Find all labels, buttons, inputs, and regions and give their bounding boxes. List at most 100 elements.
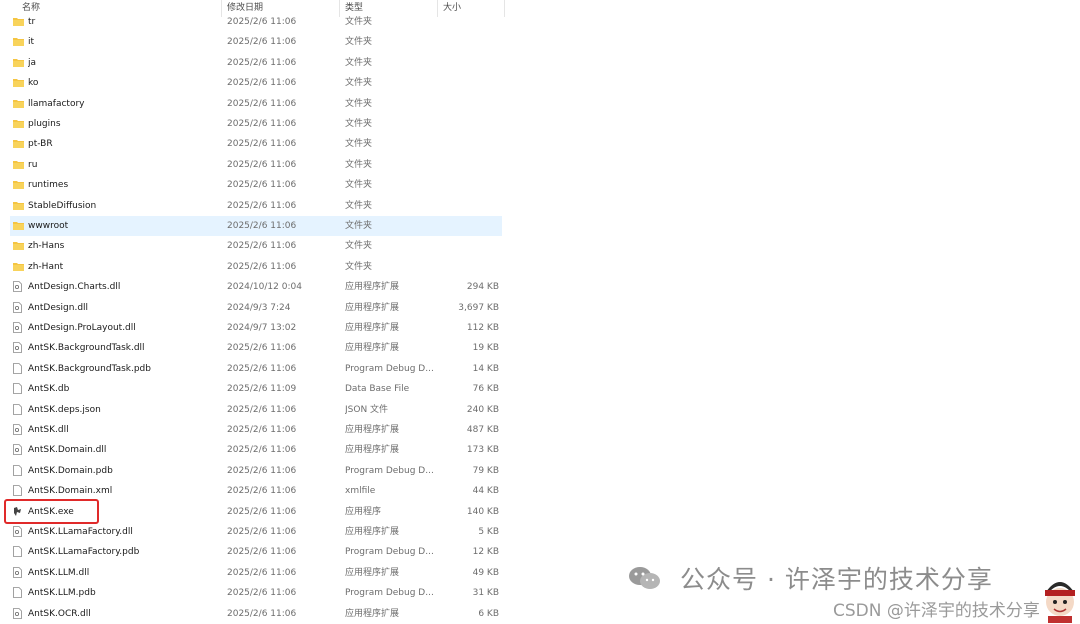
file-date: 2025/2/6 11:06 xyxy=(227,17,297,27)
file-type: 应用程序扩展 xyxy=(345,527,400,537)
file-size: 240 KB xyxy=(466,404,499,415)
file-row[interactable]: AntSK.LLM.pdb 2025/2/6 11:06 Program Debug… xyxy=(10,583,502,603)
file-row[interactable]: AntSK.BackgroundTask.pdb 2025/2/6 11:06 Pr… xyxy=(10,359,502,379)
highlight-annotation-box xyxy=(4,499,99,524)
file-icon xyxy=(13,400,25,420)
file-name: AntDesign.dll xyxy=(28,302,89,313)
file-type: Program Debug D... xyxy=(345,465,434,476)
file-date: 2025/2/6 11:06 xyxy=(227,139,297,150)
folder-icon xyxy=(13,114,25,134)
file-row[interactable]: AntSK.BackgroundTask.dll 2025/2/6 11:06 应用… xyxy=(10,338,502,358)
file-type: 应用程序扩展 xyxy=(345,282,400,293)
file-type: 应用程序扩展 xyxy=(345,425,400,435)
folder-icon xyxy=(13,257,25,277)
file-date: 2025/2/6 11:06 xyxy=(227,445,297,456)
file-row[interactable]: AntSK.Domain.pdb 2025/2/6 11:06 Program De… xyxy=(10,461,502,481)
file-name: tr xyxy=(28,17,36,27)
file-name: AntSK.Domain.pdb xyxy=(28,465,113,476)
file-size xyxy=(440,257,499,277)
file-size: 112 KB xyxy=(466,323,499,333)
file-row[interactable]: tr 2025/2/6 11:06 文件夹 xyxy=(10,12,502,32)
file-size: 19 KB xyxy=(472,343,499,354)
file-name: plugins xyxy=(28,119,61,129)
file-type: JSON 文件 xyxy=(345,404,389,415)
file-name: AntSK.LLM.dll xyxy=(28,567,90,578)
file-size: 140 KB xyxy=(466,506,499,517)
file-row[interactable]: AntSK.deps.json 2025/2/6 11:06 JSON 文件 240 … xyxy=(10,400,502,420)
file-row[interactable]: ja 2025/2/6 11:06 文件夹 xyxy=(10,53,502,73)
file-date: 2025/2/6 11:06 xyxy=(227,241,297,252)
file-name: llamafactory xyxy=(28,98,85,109)
file-row[interactable]: AntSK.LLamaFactory.pdb 2025/2/6 11:06 Prog… xyxy=(10,542,502,562)
file-type: 文件夹 xyxy=(345,139,373,150)
file-name: AntSK.LLamaFactory.pdb xyxy=(28,547,140,558)
file-type: 文件夹 xyxy=(345,180,373,191)
file-icon xyxy=(13,583,25,603)
file-row[interactable]: ru 2025/2/6 11:06 文件夹 xyxy=(10,155,502,175)
avatar xyxy=(1045,582,1075,623)
file-row[interactable]: AntSK.db 2025/2/6 11:09 Data Base File 76 K… xyxy=(10,379,502,399)
watermark-main-text: 公众号 · 许泽宇的技术分享 xyxy=(680,565,993,594)
file-row[interactable]: AntSK.Domain.dll 2025/2/6 11:06 应用程序扩展 173 … xyxy=(10,440,502,460)
file-type: 文件夹 xyxy=(345,37,373,48)
file-date: 2024/9/7 13:02 xyxy=(227,323,297,333)
file-size: 49 KB xyxy=(472,567,499,578)
file-name: runtimes xyxy=(28,180,69,191)
file-size xyxy=(440,73,499,93)
file-row[interactable]: AntSK.dll 2025/2/6 11:06 应用程序扩展 487 KB xyxy=(10,420,502,440)
file-name: ru xyxy=(28,159,38,170)
file-name: AntSK.BackgroundTask.pdb xyxy=(28,363,151,374)
file-row[interactable]: it 2025/2/6 11:06 文件夹 xyxy=(10,32,502,52)
file-date: 2025/2/6 11:06 xyxy=(227,261,297,272)
folder-icon xyxy=(13,53,25,73)
file-type: 应用程序扩展 xyxy=(345,567,400,578)
file-date: 2025/2/6 11:06 xyxy=(227,159,297,170)
file-date: 2025/2/6 11:06 xyxy=(227,527,297,537)
file-type: 文件夹 xyxy=(345,221,373,231)
file-row[interactable]: AntDesign.dll 2024/9/3 7:24 应用程序扩展 3,697 KB xyxy=(10,298,502,318)
file-type: 应用程序扩展 xyxy=(345,445,400,456)
file-size: 6 KB xyxy=(478,608,499,619)
folder-icon xyxy=(13,32,25,52)
file-name: AntDesign.ProLayout.dll xyxy=(28,323,136,333)
file-row[interactable]: AntSK.LLM.dll 2025/2/6 11:06 应用程序扩展 49 KB xyxy=(10,563,502,583)
file-row[interactable]: zh-Hant 2025/2/6 11:06 文件夹 xyxy=(10,257,502,277)
column-divider[interactable] xyxy=(504,0,505,17)
file-row[interactable]: plugins 2025/2/6 11:06 文件夹 xyxy=(10,114,502,134)
file-size xyxy=(440,236,499,256)
file-row[interactable]: runtimes 2025/2/6 11:06 文件夹 xyxy=(10,175,502,195)
file-row[interactable]: AntDesign.ProLayout.dll 2024/9/7 13:02 应用程… xyxy=(10,318,502,338)
file-row[interactable]: AntDesign.Charts.dll 2024/10/12 0:04 应用程序扩… xyxy=(10,277,502,297)
file-date: 2025/2/6 11:06 xyxy=(227,119,297,129)
file-name: AntSK.Domain.dll xyxy=(28,445,107,456)
file-row[interactable]: AntSK.LLamaFactory.dll 2025/2/6 11:06 应用程序… xyxy=(10,522,502,542)
file-name: ko xyxy=(28,78,39,89)
file-row[interactable]: llamafactory 2025/2/6 11:06 文件夹 xyxy=(10,94,502,114)
file-date: 2025/2/6 11:06 xyxy=(227,221,297,231)
file-row[interactable]: AntSK.OCR.dll 2025/2/6 11:06 应用程序扩展 6 KB xyxy=(10,604,502,624)
folder-icon xyxy=(13,216,25,236)
folder-icon xyxy=(13,94,25,114)
file-row[interactable]: pt-BR 2025/2/6 11:06 文件夹 xyxy=(10,134,502,154)
file-size: 3,697 KB xyxy=(458,302,499,313)
file-row[interactable]: wwwroot 2025/2/6 11:06 文件夹 xyxy=(10,216,502,236)
file-row[interactable]: ko 2025/2/6 11:06 文件夹 xyxy=(10,73,502,93)
file-type: Data Base File xyxy=(345,384,410,395)
dll-file-icon xyxy=(13,522,25,542)
folder-icon xyxy=(13,175,25,195)
file-row[interactable]: StableDiffusion 2025/2/6 11:06 文件夹 xyxy=(10,196,502,216)
file-date: 2025/2/6 11:06 xyxy=(227,57,297,68)
folder-icon xyxy=(13,196,25,216)
file-row[interactable]: zh-Hans 2025/2/6 11:06 文件夹 xyxy=(10,236,502,256)
file-name: wwwroot xyxy=(28,221,69,231)
file-date: 2025/2/6 11:06 xyxy=(227,404,297,415)
file-name: AntSK.dll xyxy=(28,425,69,435)
file-date: 2025/2/6 11:06 xyxy=(227,588,297,599)
file-type: 文件夹 xyxy=(345,261,373,272)
folder-icon xyxy=(13,73,25,93)
file-type: 文件夹 xyxy=(345,57,373,68)
file-date: 2025/2/6 11:09 xyxy=(227,384,297,395)
file-size: 5 KB xyxy=(478,527,499,537)
file-type: 文件夹 xyxy=(345,200,373,211)
file-size xyxy=(440,94,499,114)
